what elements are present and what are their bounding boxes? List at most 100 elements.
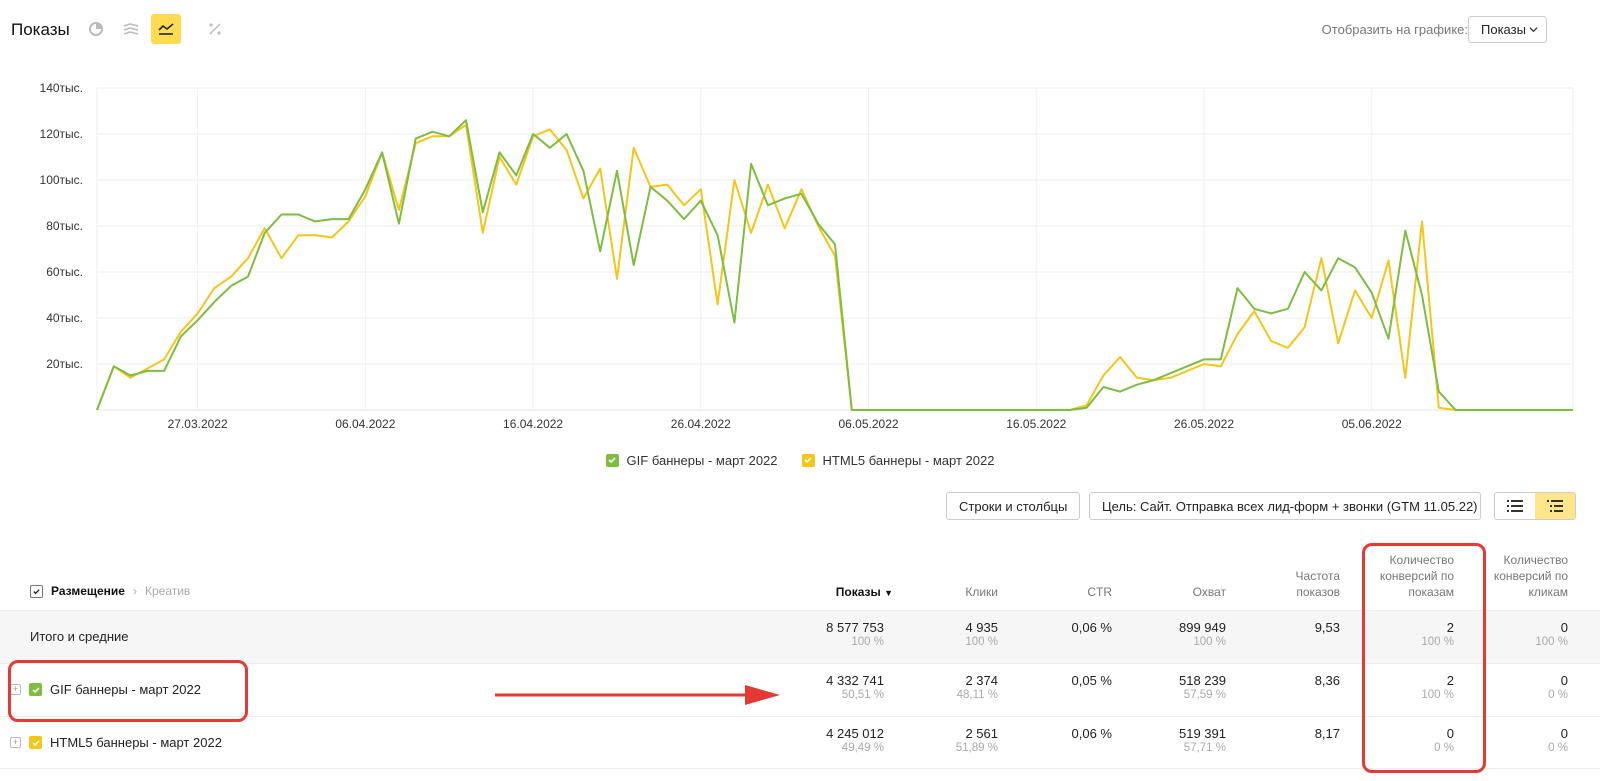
value: 8,36: [1314, 673, 1340, 688]
x-axis-ticks: 27.03.2022 06.04.2022 16.04.2022 26.04.2022…: [168, 417, 1402, 431]
share: 0 %: [1548, 742, 1568, 754]
value: 0,06 %: [1071, 620, 1112, 635]
top-bar: Показы Отобразить на графике: Показы: [0, 0, 1600, 60]
value: 9,53: [1314, 620, 1340, 635]
area-chart-view-button[interactable]: [116, 14, 146, 44]
share: 48,11 %: [956, 689, 998, 701]
column-header-conv-clicks-line3: кликам: [1528, 585, 1568, 599]
share: 100 %: [1193, 636, 1226, 648]
cell-ctr: 0,06 %: [1072, 726, 1112, 741]
annotation-highlight-conv-column: [1362, 543, 1486, 773]
cell-frequency: 9,53: [1315, 620, 1340, 635]
cell-reach: 518 239 57,59 %: [1179, 673, 1226, 703]
chevron-down-icon: [1529, 27, 1538, 33]
row-label-text[interactable]: HTML5 баннеры - март 2022: [50, 735, 222, 750]
value: 4 935: [965, 620, 998, 635]
share: 57,59 %: [1183, 689, 1226, 701]
legend-label-html5: HTML5 баннеры - март 2022: [822, 452, 995, 468]
share: 100 %: [965, 636, 998, 648]
y-tick-label: 100тыс.: [40, 173, 83, 187]
x-tick-label: 16.05.2022: [1006, 417, 1066, 431]
value: 0: [1560, 726, 1568, 741]
percent-icon: [209, 23, 221, 35]
column-header-shows[interactable]: Показы ▼: [836, 584, 893, 601]
column-header-frequency-line2: показов: [1296, 585, 1340, 599]
value: 0,05 %: [1071, 673, 1112, 688]
series-line-html5: [96, 123, 1573, 411]
column-header-frequency[interactable]: Частота показов: [1296, 568, 1340, 600]
x-tick-label: 06.05.2022: [839, 417, 899, 431]
total-label: Итого и средние: [30, 629, 129, 644]
x-tick-label: 26.05.2022: [1174, 417, 1234, 431]
value: 8 577 753: [826, 620, 884, 635]
page-title: Показы: [11, 20, 70, 39]
goal-select[interactable]: Цель: Сайт. Отправка всех лид-форм + зво…: [1089, 492, 1481, 520]
chart-legend: GIF баннеры - март 2022 HTML5 баннеры - …: [0, 450, 1600, 470]
value: 2 374: [965, 673, 998, 688]
x-tick-label: 05.06.2022: [1342, 417, 1402, 431]
column-header-conv-clicks[interactable]: Количество конверсий по кликам: [1494, 552, 1568, 600]
tree-list-icon: [1547, 500, 1563, 512]
pie-chart-view-button[interactable]: [81, 14, 111, 44]
value: 4 332 741: [826, 673, 884, 688]
cell-reach: 519 391 57,71 %: [1179, 726, 1226, 756]
column-header-reach[interactable]: Охват: [1193, 584, 1226, 600]
annotation-highlight-gif-row: [8, 660, 248, 722]
y-axis-ticks: 20тыс. 40тыс. 60тыс. 80тыс. 100тыс. 120тыс. 14…: [40, 81, 83, 371]
y-tick-label: 60тыс.: [46, 265, 83, 279]
breadcrumb-creative[interactable]: Креатив: [145, 584, 190, 598]
table-row[interactable]: + HTML5 баннеры - март 2022 4 245 012 49,…: [0, 716, 1600, 769]
value: 0: [1560, 673, 1568, 688]
sort-desc-icon: ▼: [884, 588, 893, 598]
display-metric-select[interactable]: Показы: [1468, 16, 1547, 43]
checkbox-checked-icon[interactable]: [801, 453, 815, 467]
select-all-checkbox[interactable]: [30, 584, 43, 598]
goal-select-value: Цель: Сайт. Отправка всех лид-форм + зво…: [1102, 498, 1478, 514]
breadcrumb-separator: ›: [132, 584, 137, 598]
value: 2 561: [965, 726, 998, 741]
list-icon: [1507, 500, 1523, 512]
table-view-toggle: [1494, 492, 1576, 520]
expand-icon[interactable]: +: [10, 737, 21, 748]
display-on-chart-label: Отобразить на графике:: [1321, 22, 1468, 37]
tree-view-button[interactable]: [1535, 493, 1575, 519]
column-header-conv-clicks-line2: конверсий по: [1493, 569, 1568, 583]
line-chart-icon: [158, 23, 174, 35]
share: 49,49 %: [841, 742, 884, 754]
x-tick-label: 06.04.2022: [335, 417, 395, 431]
cell-frequency: 8,36: [1315, 673, 1340, 688]
column-header-clicks[interactable]: Клики: [965, 584, 998, 600]
x-tick-label: 26.04.2022: [671, 417, 731, 431]
pie-chart-icon: [89, 22, 103, 36]
percent-view-button[interactable]: [200, 14, 230, 44]
line-chart-view-button[interactable]: [151, 14, 181, 44]
legend-item-gif[interactable]: GIF баннеры - март 2022: [605, 450, 778, 470]
value: 0: [1560, 620, 1568, 635]
cell-clicks: 4 935 100 %: [965, 620, 998, 650]
stacked-area-icon: [123, 23, 139, 35]
rows-columns-button[interactable]: Строки и столбцы: [946, 492, 1081, 520]
breadcrumb-placement[interactable]: Размещение: [51, 584, 125, 598]
checkbox-checked-icon[interactable]: [605, 453, 619, 467]
grouping-breadcrumb: Размещение › Креатив: [30, 584, 190, 598]
cell-frequency: 8,17: [1315, 726, 1340, 741]
y-tick-label: 20тыс.: [46, 357, 83, 371]
rows-columns-label: Строки и столбцы: [959, 498, 1068, 514]
legend-item-html5[interactable]: HTML5 баннеры - март 2022: [801, 450, 995, 470]
y-tick-label: 80тыс.: [46, 219, 83, 233]
cell-shows: 4 332 741 50,51 %: [826, 673, 884, 703]
share: 50,51 %: [841, 689, 884, 701]
x-tick-label: 16.04.2022: [503, 417, 563, 431]
legend-label-gif: GIF баннеры - март 2022: [626, 452, 778, 468]
cell-conv-clicks: 00 %: [1548, 726, 1568, 756]
value: 519 391: [1179, 726, 1226, 741]
checkbox-checked-icon[interactable]: [29, 736, 42, 749]
flat-list-view-button[interactable]: [1495, 493, 1535, 519]
cell-conv-clicks: 00 %: [1548, 673, 1568, 703]
column-header-ctr[interactable]: CTR: [1087, 584, 1112, 600]
annotation-arrow-icon: [495, 685, 780, 705]
share: 57,71 %: [1183, 742, 1226, 754]
check-icon: [33, 588, 40, 594]
value: 0,06 %: [1071, 726, 1112, 741]
y-tick-label: 120тыс.: [40, 127, 83, 141]
